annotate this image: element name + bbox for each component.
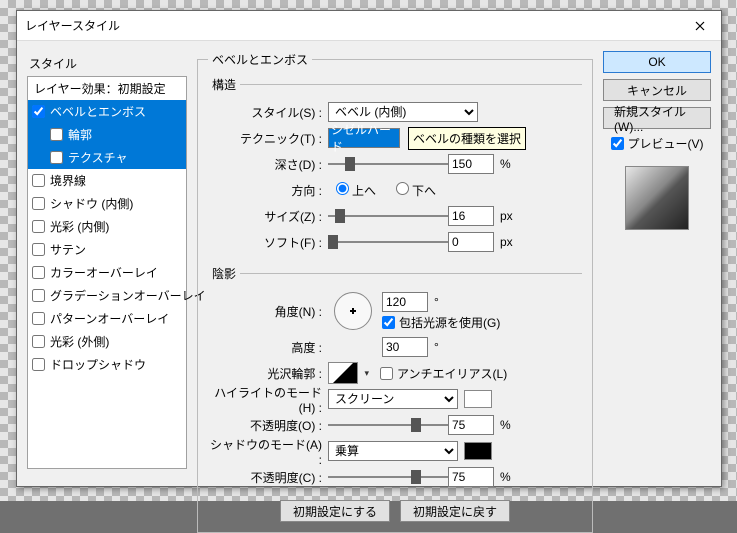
dialog-title: レイヤースタイル — [25, 17, 120, 34]
label-opacity-s: 不透明度(C) : — [208, 469, 328, 486]
checkbox-contour[interactable] — [50, 128, 63, 141]
global-light-option[interactable]: 包括光源を使用(G) — [382, 314, 500, 331]
label-highlight-mode: ハイライトのモード(H) : — [208, 384, 328, 415]
label-direction: 方向 : — [208, 182, 328, 199]
label-technique: テクニック(T) : — [208, 130, 328, 147]
sidebar-item-outer-glow[interactable]: 光彩 (外側) — [28, 330, 186, 353]
checkbox-pattern-overlay[interactable] — [32, 312, 45, 325]
checkbox-color-overlay[interactable] — [32, 266, 45, 279]
depth-unit: % — [500, 157, 511, 171]
angle-input[interactable] — [382, 292, 428, 312]
radio-up[interactable] — [336, 182, 349, 195]
highlight-opacity-slider[interactable] — [328, 422, 448, 428]
sidebar-item-gradient-overlay[interactable]: グラデーションオーバーレイ — [28, 284, 186, 307]
radio-down[interactable] — [396, 182, 409, 195]
label-size: サイズ(Z) : — [208, 208, 328, 225]
dir-down-option[interactable]: 下へ — [388, 182, 436, 199]
altitude-unit: ° — [434, 340, 439, 354]
chevron-down-icon: ▾ — [364, 368, 369, 379]
checkbox-texture[interactable] — [50, 151, 63, 164]
label-style: スタイル(S) : — [208, 104, 328, 121]
sidebar-item-stroke[interactable]: 境界線 — [28, 169, 186, 192]
shadow-opacity-slider[interactable] — [328, 474, 448, 480]
technique-tooltip: ベベルの種類を選択 — [408, 127, 526, 150]
sidebar-item-bevel[interactable]: ベベルとエンボス — [28, 100, 186, 123]
global-light-checkbox[interactable] — [382, 316, 395, 329]
checkbox-bevel[interactable] — [32, 105, 45, 118]
style-list: レイヤー効果：初期設定 ベベルとエンボス 輪郭 テクスチャ 境界線 シャドウ (… — [27, 76, 187, 469]
label-gloss: 光沢輪郭 : — [208, 365, 328, 382]
label-altitude: 高度 : — [208, 339, 328, 356]
preview-option[interactable]: プレビュー(V) — [603, 135, 711, 152]
close-button[interactable] — [679, 11, 721, 41]
sidebar-item-texture[interactable]: テクスチャ — [28, 146, 186, 169]
make-default-button[interactable]: 初期設定にする — [280, 500, 390, 522]
highlight-opacity-input[interactable] — [448, 415, 494, 435]
close-icon — [695, 21, 705, 31]
sidebar-item-inner-shadow[interactable]: シャドウ (内側) — [28, 192, 186, 215]
sidebar-item-default[interactable]: レイヤー効果：初期設定 — [28, 77, 186, 100]
sidebar-item-color-overlay[interactable]: カラーオーバーレイ — [28, 261, 186, 284]
bevel-group: ベベルとエンボス 構造 スタイル(S) : ベベル (内側) テクニック(T) … — [197, 51, 593, 533]
sidebar-header: スタイル — [27, 51, 187, 76]
angle-dial[interactable] — [334, 292, 372, 330]
sidebar-item-inner-glow[interactable]: 光彩 (内側) — [28, 215, 186, 238]
checkbox-outer-glow[interactable] — [32, 335, 45, 348]
center-panel: ベベルとエンボス 構造 スタイル(S) : ベベル (内側) テクニック(T) … — [197, 51, 593, 476]
preview-checkbox[interactable] — [611, 137, 624, 150]
label-angle: 角度(N) : — [208, 303, 328, 320]
label-opacity-h: 不透明度(O) : — [208, 417, 328, 434]
checkbox-stroke[interactable] — [32, 174, 45, 187]
soften-slider[interactable] — [328, 239, 448, 245]
new-style-button[interactable]: 新規スタイル(W)... — [603, 107, 711, 129]
label-depth: 深さ(D) : — [208, 156, 328, 173]
checkbox-satin[interactable] — [32, 243, 45, 256]
structure-legend: 構造 — [208, 76, 240, 93]
depth-input[interactable] — [448, 154, 494, 174]
shadow-mode-select[interactable]: 乗算 — [328, 441, 458, 461]
depth-slider[interactable] — [328, 161, 448, 167]
sidebar-item-satin[interactable]: サテン — [28, 238, 186, 261]
shadow-color-swatch[interactable] — [464, 442, 492, 460]
opacity-s-unit: % — [500, 470, 511, 484]
soften-unit: px — [500, 235, 513, 249]
soften-input[interactable] — [448, 232, 494, 252]
structure-group: 構造 スタイル(S) : ベベル (内側) テクニック(T) : シゼルハード … — [208, 76, 582, 259]
checkbox-inner-glow[interactable] — [32, 220, 45, 233]
anti-alias-checkbox[interactable] — [380, 367, 393, 380]
checkbox-gradient-overlay[interactable] — [32, 289, 45, 302]
preview-swatch — [625, 166, 689, 230]
highlight-mode-select[interactable]: スクリーン — [328, 389, 458, 409]
dir-up-option[interactable]: 上へ — [328, 182, 376, 199]
angle-unit: ° — [434, 295, 439, 309]
label-shadow-mode: シャドウのモード(A) : — [208, 436, 328, 467]
style-select[interactable]: ベベル (内側) — [328, 102, 478, 122]
shading-group: 陰影 角度(N) : ° 包括光源を使用(G) 高度 — [208, 265, 582, 494]
styles-sidebar: スタイル レイヤー効果：初期設定 ベベルとエンボス 輪郭 テクスチャ 境界線 シ… — [27, 51, 187, 476]
reset-default-button[interactable]: 初期設定に戻す — [400, 500, 510, 522]
altitude-input[interactable] — [382, 337, 428, 357]
cancel-button[interactable]: キャンセル — [603, 79, 711, 101]
layer-style-dialog: レイヤースタイル スタイル レイヤー効果：初期設定 ベベルとエンボス 輪郭 テク… — [16, 10, 722, 487]
size-input[interactable] — [448, 206, 494, 226]
technique-select[interactable]: シゼルハード — [328, 128, 400, 148]
highlight-color-swatch[interactable] — [464, 390, 492, 408]
sidebar-item-contour[interactable]: 輪郭 — [28, 123, 186, 146]
size-slider[interactable] — [328, 213, 448, 219]
ok-button[interactable]: OK — [603, 51, 711, 73]
right-panel: OK キャンセル 新規スタイル(W)... プレビュー(V) — [603, 51, 711, 476]
sidebar-item-pattern-overlay[interactable]: パターンオーバーレイ — [28, 307, 186, 330]
size-unit: px — [500, 209, 513, 223]
bevel-legend: ベベルとエンボス — [208, 51, 312, 68]
checkbox-inner-shadow[interactable] — [32, 197, 45, 210]
gloss-contour-picker[interactable]: ▾ — [328, 362, 358, 384]
opacity-h-unit: % — [500, 418, 511, 432]
titlebar: レイヤースタイル — [17, 11, 721, 41]
anti-alias-option[interactable]: アンチエイリアス(L) — [380, 365, 507, 382]
shadow-opacity-input[interactable] — [448, 467, 494, 487]
shading-legend: 陰影 — [208, 265, 240, 282]
checkbox-drop-shadow[interactable] — [32, 358, 45, 371]
label-soften: ソフト(F) : — [208, 234, 328, 251]
sidebar-item-drop-shadow[interactable]: ドロップシャドウ — [28, 353, 186, 376]
